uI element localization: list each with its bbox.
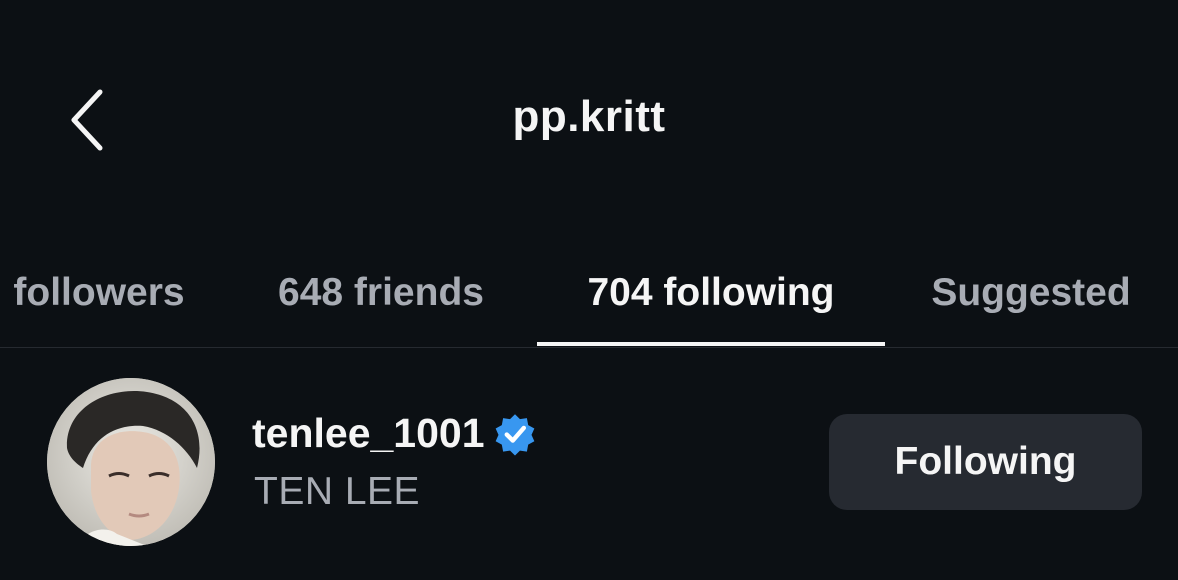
full-name: TEN LEE — [254, 470, 421, 513]
tab-friends[interactable]: 648 friends — [230, 240, 532, 346]
list-item[interactable]: tenlee_1001 TEN LEE Following — [0, 348, 1178, 580]
tab-following[interactable]: 704 following — [537, 240, 885, 346]
avatar-image — [47, 378, 215, 546]
tab-bar: followers 648 friends 704 following Sugg… — [0, 240, 1178, 348]
verified-badge-icon — [495, 413, 534, 456]
page-title: pp.kritt — [512, 92, 666, 141]
tab-suggested[interactable]: Suggested — [905, 240, 1157, 346]
following-button[interactable]: Following — [829, 414, 1142, 510]
avatar[interactable] — [47, 378, 215, 546]
top-bar: pp.kritt — [0, 0, 1178, 240]
tab-followers[interactable]: followers — [0, 240, 204, 346]
username-link[interactable]: tenlee_1001 — [252, 410, 537, 457]
active-tab-indicator — [537, 342, 885, 346]
username: tenlee_1001 — [252, 410, 485, 456]
